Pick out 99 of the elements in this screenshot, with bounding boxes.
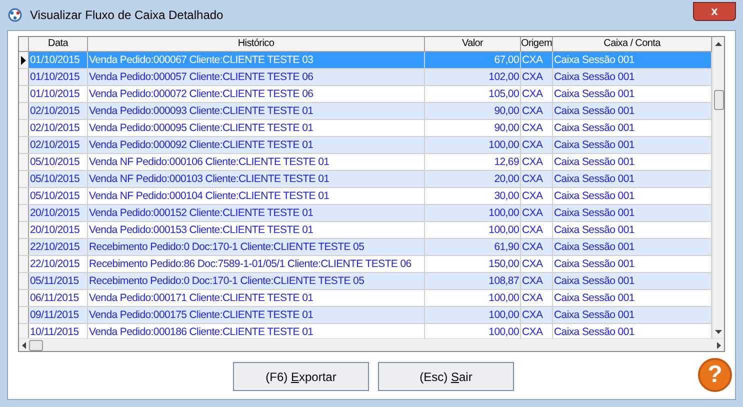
scroll-thumb[interactable] xyxy=(714,90,724,110)
table-cell: 01/10/2015 xyxy=(29,86,88,102)
table-cell: 90,00 xyxy=(425,103,521,119)
table-cell: 01/10/2015 xyxy=(29,69,88,85)
table-row[interactable]: 05/10/2015 Venda NF Pedido:000104 Cliente:CLIENTE TESTE 01 30,00 CXA Caixa Sessão 001 xyxy=(19,188,712,205)
table-cell: Venda Pedido:000092 Cliente:CLIENTE TESTE 01 xyxy=(88,137,425,153)
table-cell: 108,87 xyxy=(425,273,521,289)
table-row[interactable]: 02/10/2015 Venda Pedido:000092 Cliente:CLIENTE TESTE 01 100,00 CXA Caixa Sessão 001 xyxy=(19,137,712,154)
table-cell: 20/10/2015 xyxy=(29,205,88,221)
table-cell: 02/10/2015 xyxy=(29,103,88,119)
table-row[interactable]: 02/10/2015 Venda Pedido:000093 Cliente:CLIENTE TESTE 01 90,00 CXA Caixa Sessão 001 xyxy=(19,103,712,120)
column-header[interactable]: Origem xyxy=(521,37,553,51)
table-cell: Venda NF Pedido:000106 Cliente:CLIENTE TESTE 01 xyxy=(88,154,425,170)
table-cell: CXA xyxy=(521,86,553,102)
table-cell: CXA xyxy=(521,137,553,153)
table-cell: CXA xyxy=(521,273,553,289)
table-cell: CXA xyxy=(521,239,553,255)
column-header[interactable]: Histórico xyxy=(88,37,425,51)
scroll-right-icon xyxy=(717,342,721,348)
table-cell: 67,00 xyxy=(425,52,521,68)
table-row[interactable]: 01/10/2015 Venda Pedido:000057 Cliente:CLIENTE TESTE 06 102,00 CXA Caixa Sessão 001 xyxy=(19,69,712,86)
table-cell: Venda Pedido:000057 Cliente:CLIENTE TESTE 06 xyxy=(88,69,425,85)
table-cell: 09/11/2015 xyxy=(29,307,88,323)
table-cell: CXA xyxy=(521,120,553,136)
scroll-down-icon xyxy=(715,330,722,334)
table-cell: Venda Pedido:000152 Cliente:CLIENTE TESTE 01 xyxy=(88,205,425,221)
dialog-button[interactable]: (Esc) Sair xyxy=(378,362,514,391)
table-cell: CXA xyxy=(521,205,553,221)
table-row[interactable]: 05/11/2015 Recebimento Pedido:0 Doc:170-1 Cliente:CLIENTE TESTE 05 108,87 CXA Caixa Sessão 001 xyxy=(19,273,712,290)
scroll-up-icon xyxy=(715,42,722,46)
table-cell: CXA xyxy=(521,171,553,187)
table-cell: Venda NF Pedido:000103 Cliente:CLIENTE TESTE 01 xyxy=(88,171,425,187)
table-cell: 05/10/2015 xyxy=(29,188,88,204)
table-cell: 100,00 xyxy=(425,205,521,221)
table-cell: 12,69 xyxy=(425,154,521,170)
table-row[interactable]: 20/10/2015 Venda Pedido:000152 Cliente:CLIENTE TESTE 01 100,00 CXA Caixa Sessão 001 xyxy=(19,205,712,222)
table-cell: 01/10/2015 xyxy=(29,52,88,68)
table-row[interactable]: 06/11/2015 Venda Pedido:000171 Cliente:CLIENTE TESTE 01 100,00 CXA Caixa Sessão 001 xyxy=(19,290,712,307)
table-row[interactable]: 10/11/2015 Venda Pedido:000186 Cliente:CLIENTE TESTE 01 100,00 CXA Caixa Sessão 001 xyxy=(19,324,712,338)
table-row[interactable]: 20/10/2015 Venda Pedido:000153 Cliente:CLIENTE TESTE 01 100,00 CXA Caixa Sessão 001 xyxy=(19,222,712,239)
table-cell: 05/11/2015 xyxy=(29,273,88,289)
table-cell: CXA xyxy=(521,69,553,85)
table-cell: Venda Pedido:000093 Cliente:CLIENTE TESTE 01 xyxy=(88,103,425,119)
table-cell: Recebimento Pedido:0 Doc:170-1 Cliente:CLIENTE TESTE 05 xyxy=(88,273,425,289)
table-cell: CXA xyxy=(521,307,553,323)
app-icon xyxy=(8,8,22,22)
table-cell: 20/10/2015 xyxy=(29,222,88,238)
table-cell: Recebimento Pedido:86 Doc:7589-1-01/05/1 Cliente:CLIENTE TESTE 06 xyxy=(88,256,425,272)
table-cell: 22/10/2015 xyxy=(29,256,88,272)
table-cell: 150,00 xyxy=(425,256,521,272)
dialog-button[interactable]: (F6) Exportar xyxy=(233,362,369,391)
row-indicator[interactable] xyxy=(19,52,29,68)
table-cell: Venda NF Pedido:000104 Cliente:CLIENTE TESTE 01 xyxy=(88,188,425,204)
close-button[interactable]: x xyxy=(693,2,736,20)
table-cell: 105,00 xyxy=(425,86,521,102)
table-cell: Venda Pedido:000175 Cliente:CLIENTE TESTE 01 xyxy=(88,307,425,323)
table-row[interactable]: 09/11/2015 Venda Pedido:000175 Cliente:CLIENTE TESTE 01 100,00 CXA Caixa Sessão 001 xyxy=(19,307,712,324)
table-cell: 05/10/2015 xyxy=(29,171,88,187)
vertical-scrollbar[interactable] xyxy=(712,37,724,338)
table-cell: Venda Pedido:000067 Cliente:CLIENTE TESTE 03 xyxy=(88,52,425,68)
table-cell: 90,00 xyxy=(425,120,521,136)
table-row[interactable]: 05/10/2015 Venda NF Pedido:000106 Cliente:CLIENTE TESTE 01 12,69 CXA Caixa Sessão 001 xyxy=(19,154,712,171)
table-cell: CXA xyxy=(521,188,553,204)
table-row[interactable]: 01/10/2015 Venda Pedido:000072 Cliente:CLIENTE TESTE 06 105,00 CXA Caixa Sessão 001 xyxy=(19,86,712,103)
table-cell: CXA xyxy=(521,290,553,306)
scroll-left-icon xyxy=(22,342,26,348)
table-cell: 100,00 xyxy=(425,307,521,323)
table-cell: 02/10/2015 xyxy=(29,137,88,153)
table-cell: Venda Pedido:000072 Cliente:CLIENTE TESTE 06 xyxy=(88,86,425,102)
table-cell: Venda Pedido:000153 Cliente:CLIENTE TESTE 01 xyxy=(88,222,425,238)
horizontal-scrollbar[interactable] xyxy=(19,338,724,351)
table-row[interactable]: 05/10/2015 Venda NF Pedido:000103 Cliente:CLIENTE TESTE 01 20,00 CXA Caixa Sessão 001 xyxy=(19,171,712,188)
table-cell: 100,00 xyxy=(425,290,521,306)
table-cell: 30,00 xyxy=(425,188,521,204)
table-cell: Venda Pedido:000095 Cliente:CLIENTE TESTE 01 xyxy=(88,120,425,136)
column-header[interactable]: Valor xyxy=(425,37,521,51)
table-row[interactable]: 02/10/2015 Venda Pedido:000095 Cliente:CLIENTE TESTE 01 90,00 CXA Caixa Sessão 001 xyxy=(19,120,712,137)
table-row[interactable]: 22/10/2015 Recebimento Pedido:0 Doc:170-1 Cliente:CLIENTE TESTE 05 61,90 CXA Caixa Sessão 001 xyxy=(19,239,712,256)
table-cell: 02/10/2015 xyxy=(29,120,88,136)
column-header[interactable]: Data xyxy=(29,37,88,51)
table-cell: CXA xyxy=(521,222,553,238)
table-cell: CXA xyxy=(521,103,553,119)
table-row[interactable]: 22/10/2015 Recebimento Pedido:86 Doc:7589-1-01/05/1 Cliente:CLIENTE TESTE 06 150,00 CXA Caixa Sessão 001 xyxy=(19,256,712,273)
window-title: Visualizar Fluxo de Caixa Detalhado xyxy=(30,7,224,24)
table-cell: 22/10/2015 xyxy=(29,239,88,255)
table-cell: 05/10/2015 xyxy=(29,154,88,170)
table-cell: 61,90 xyxy=(425,239,521,255)
table-cell: 100,00 xyxy=(425,137,521,153)
table-cell: 20,00 xyxy=(425,171,521,187)
table-cell: 06/11/2015 xyxy=(29,290,88,306)
table-cell: CXA xyxy=(521,52,553,68)
table-cell: Recebimento Pedido:0 Doc:170-1 Cliente:CLIENTE TESTE 05 xyxy=(88,239,425,255)
table-cell: Venda Pedido:000171 Cliente:CLIENTE TESTE 01 xyxy=(88,290,425,306)
row-pointer-icon xyxy=(21,56,26,64)
table-cell: 102,00 xyxy=(425,69,521,85)
table-cell: CXA xyxy=(521,256,553,272)
table-cell: CXA xyxy=(521,154,553,170)
scroll-thumb[interactable] xyxy=(29,340,43,350)
table-cell: 100,00 xyxy=(425,222,521,238)
